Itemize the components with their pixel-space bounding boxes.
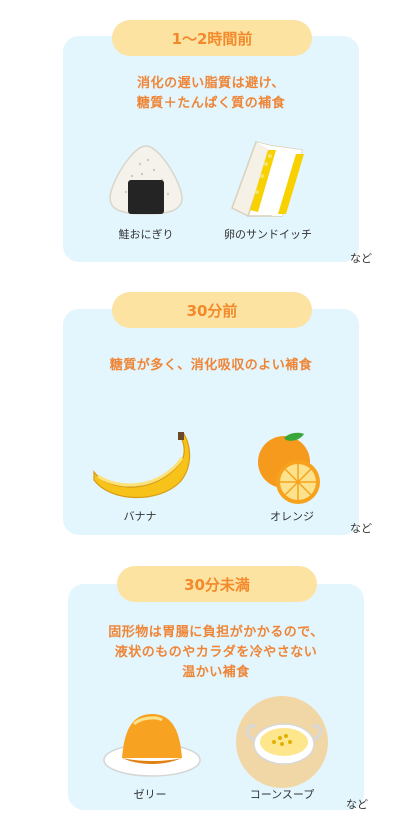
food-label: バナナ — [123, 510, 157, 523]
orange-icon — [258, 432, 320, 504]
onigiri-icon — [109, 145, 183, 215]
description-line: 消化の遅い脂質は避け、 — [137, 76, 285, 91]
food-label: オレンジ — [270, 510, 314, 523]
food-label: ゼリー — [133, 788, 167, 801]
banana-icon — [93, 432, 191, 499]
section-description-2: 糖質が多く、消化吸収のよい補食 — [63, 356, 359, 376]
section-heading-2: 30分前 — [112, 292, 312, 328]
section-heading-3: 30分未満 — [117, 566, 317, 602]
description-line: 糖質が多く、消化吸収のよい補食 — [109, 358, 313, 373]
food-label: 鮭おにぎり — [118, 228, 174, 241]
section-heading-1: 1～2時間前 — [112, 20, 312, 56]
food-label: コーンスープ — [249, 788, 315, 801]
food-label: 卵のサンドイッチ — [224, 228, 312, 241]
jelly-icon — [103, 714, 201, 777]
description-line: 温かい補食 — [182, 665, 250, 680]
etc-label: など — [346, 798, 368, 811]
corn-soup-icon — [236, 696, 328, 788]
etc-label: など — [350, 522, 372, 535]
description-line: 固形物は胃腸に負担がかかるので、 — [108, 625, 324, 640]
section-description-1: 消化の遅い脂質は避け、 糖質＋たんぱく質の補食 — [63, 74, 359, 114]
sandwich-icon — [231, 141, 304, 218]
etc-label: など — [350, 252, 372, 265]
description-line: 糖質＋たんぱく質の補食 — [136, 96, 286, 111]
section-description-3: 固形物は胃腸に負担がかかるので、 液状のものやカラダを冷やさない 温かい補食 — [68, 623, 364, 683]
description-line: 液状のものやカラダを冷やさない — [114, 645, 318, 660]
